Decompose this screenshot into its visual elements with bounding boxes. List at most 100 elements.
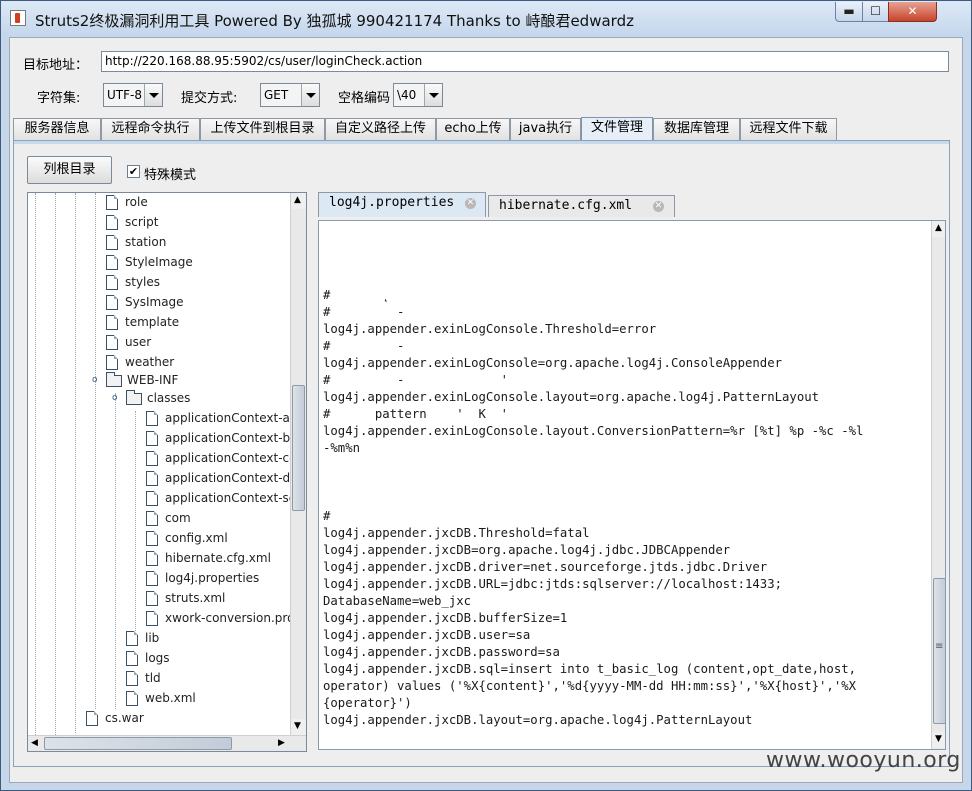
tree-hscroll-thumb[interactable] [44,737,232,750]
tree-node-label: tld [145,671,161,685]
title-bar[interactable]: Struts2终极漏洞利用工具 Powered By 独孤城 990421174… [1,1,971,37]
tab-java-exec[interactable]: java执行 [510,118,581,140]
tree-node-label: applicationContext-ser [165,491,302,505]
tree-node-label: web.xml [145,691,196,705]
tab-remote-download[interactable]: 远程文件下载 [740,118,837,140]
file-content-editor[interactable]: # ˛ # - log4j.appender.exinLogConsole.Th… [318,220,946,750]
tree-node-label: struts.xml [165,591,226,605]
scroll-up-icon: ▲ [935,223,942,233]
watermark: www.wooyun.org [766,748,961,773]
tree-node-label: applicationContext-bea [165,431,305,445]
close-tab-icon[interactable]: ✕ [653,201,664,212]
tab-database-manager[interactable]: 数据库管理 [653,118,740,140]
tree-node-label: xwork-conversion.prop [165,611,303,625]
space-encoding-value: \40 [397,88,417,102]
tree-node-label: lib [145,631,160,645]
tree-node-label: log4j.properties [165,571,260,585]
minimize-button[interactable]: ▬ [835,2,863,22]
file-icon [106,215,118,230]
tree-node-label: cs.war [105,711,144,725]
folder-icon [106,372,122,387]
file-icon [146,591,158,606]
close-tab-icon[interactable]: ✕ [465,198,476,209]
charset-label: 字符集: [37,91,81,106]
file-icon [106,335,118,350]
target-url-input[interactable]: http://220.168.88.95:5902/cs/user/loginC… [101,51,949,72]
tab-custom-upload[interactable]: 自定义路径上传 [325,118,436,140]
tree-scroll-thumb[interactable] [292,385,305,511]
tab-server-info[interactable]: 服务器信息 [13,118,101,140]
file-content-text[interactable]: # ˛ # - log4j.appender.exinLogConsole.Th… [323,287,863,729]
expand-toggle-icon[interactable]: o [92,376,99,385]
editor-tab-hibernate[interactable]: hibernate.cfg.xml ✕ [488,195,675,217]
tree-node-label: SysImage [125,295,184,309]
file-icon [106,315,118,330]
tree-horizontal-scrollbar[interactable]: ◀ ▶ [28,735,306,751]
chevron-down-icon[interactable] [424,84,442,106]
tree-node-label: user [125,335,152,349]
file-icon [146,431,158,446]
tree-guide-line [115,393,116,709]
space-encoding-select[interactable]: \40 [393,83,443,107]
file-icon [146,571,158,586]
file-icon [106,255,118,270]
editor-tab-label: hibernate.cfg.xml [499,198,633,213]
file-icon [146,531,158,546]
file-icon [126,631,138,646]
editor-scroll-thumb[interactable]: ≡ [933,578,945,724]
special-mode-checkbox[interactable]: ✔ [127,165,140,178]
file-icon [146,511,158,526]
tree-node-label: weather [125,355,175,369]
tree-guide-line [75,193,76,733]
method-select[interactable]: GET [260,83,320,107]
file-tree[interactable]: role script station StyleImage styles SysImag… [27,192,307,752]
list-root-button[interactable]: 列根目录 [27,156,112,184]
scroll-down-arrow[interactable]: ▼ [291,719,306,735]
tree-node-label: WEB-INF [127,373,179,387]
charset-select[interactable]: UTF-8 [103,83,163,107]
scroll-down-icon: ▼ [294,721,301,731]
main-panel: 目标地址： http://220.168.88.95:5902/cs/user/… [9,37,963,783]
tab-echo-upload[interactable]: echo上传 [436,118,510,140]
tree-node-label: config.xml [165,531,228,545]
editor-scroll-up-arrow[interactable]: ▲ [932,221,945,237]
tree-node-label: applicationContext-act [165,411,302,425]
tab-remote-command[interactable]: 远程命令执行 [101,118,200,140]
editor-tab-bar: log4j.properties ✕ hibernate.cfg.xml ✕ [318,192,946,217]
file-icon [126,691,138,706]
charset-value: UTF-8 [107,88,142,102]
chevron-down-icon[interactable] [301,84,319,106]
maximize-button[interactable]: ☐ [862,2,889,22]
scroll-left-icon[interactable]: ◀ [31,738,38,748]
tab-upload-root[interactable]: 上传文件到根目录 [200,118,325,140]
editor-scroll-down-arrow[interactable]: ▼ [932,732,945,748]
tree-node-label: applicationContext-dao [165,471,305,485]
tree-node-label: script [125,215,159,229]
tree-vertical-scrollbar[interactable]: ▲ ▼ [290,193,306,735]
tab-file-manager[interactable]: 文件管理 [581,117,653,141]
app-window: Struts2终极漏洞利用工具 Powered By 独孤城 990421174… [0,0,972,791]
grip-icon: ≡ [935,641,944,652]
editor-vertical-scrollbar[interactable]: ▲ ≡ ▼ [931,221,945,749]
tree-node-label: com [165,511,191,525]
scroll-up-arrow[interactable]: ▲ [291,193,306,209]
file-icon [106,195,118,210]
tree-node-label: StyleImage [125,255,193,269]
file-icon [126,651,138,666]
expand-toggle-icon[interactable]: o [112,394,119,403]
method-value: GET [264,88,289,102]
scroll-right-icon[interactable]: ▶ [278,738,285,748]
file-icon [146,471,158,486]
file-icon [146,451,158,466]
scroll-up-icon: ▲ [294,195,301,205]
chevron-down-icon[interactable] [144,84,162,106]
tree-node-label: station [125,235,167,249]
file-icon [106,235,118,250]
tree-node-label: styles [125,275,161,289]
editor-tab-log4j[interactable]: log4j.properties ✕ [318,192,486,217]
window-title: Struts2终极漏洞利用工具 Powered By 独孤城 990421174… [35,12,634,30]
special-mode-label: 特殊模式 [144,168,197,183]
file-icon [146,611,158,626]
tree-node-label: classes [147,391,191,405]
close-button[interactable]: ✕ [888,2,937,22]
